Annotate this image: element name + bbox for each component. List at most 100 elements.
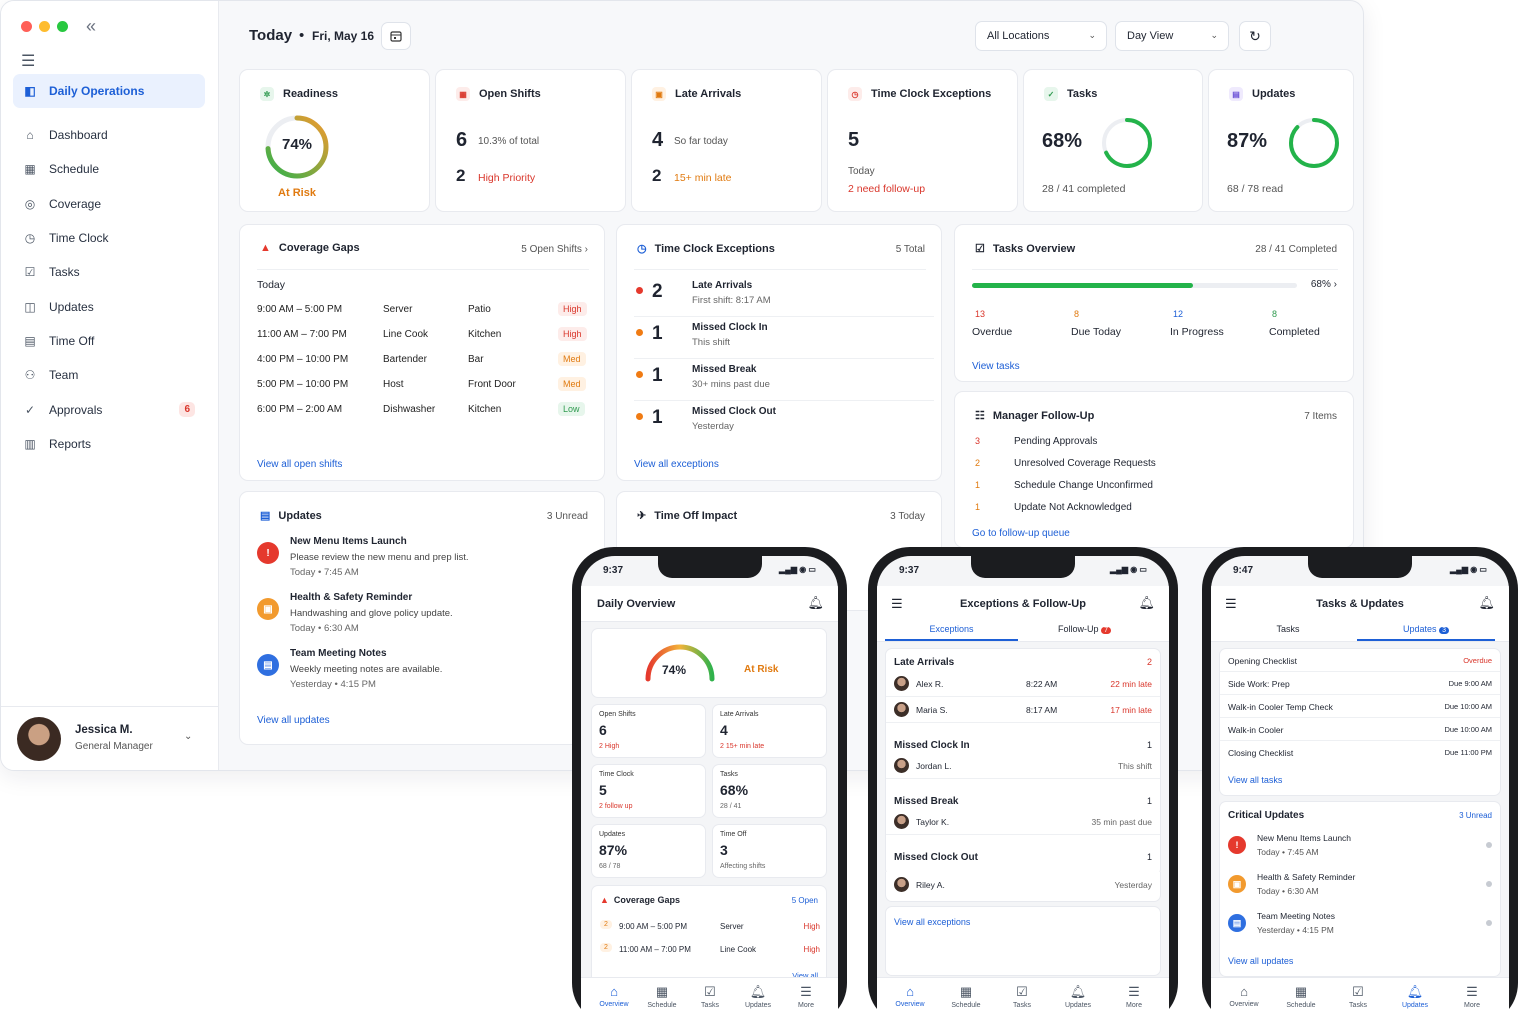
sidebar-item-team[interactable]: ⚇ Team: [13, 358, 205, 392]
update-row[interactable]: ▤ Team Meeting Notes Weekly meeting notes …: [257, 648, 597, 698]
missed-break-row[interactable]: Taylor K. 35 min past due: [886, 809, 1160, 835]
tab-more[interactable]: ☰ More: [1447, 984, 1497, 1009]
task-row[interactable]: Opening Checklist Overdue: [1220, 649, 1500, 672]
tab-schedule[interactable]: ▦ Schedule: [1276, 984, 1326, 1009]
phone-coverage-row[interactable]: 2 9:00 AM – 5:00 PM Server High: [600, 920, 820, 938]
phone-coverage-row[interactable]: 2 11:00 AM – 7:00 PM Line Cook High: [600, 943, 820, 961]
tab-overview[interactable]: ⌂ Overview: [1219, 984, 1269, 1008]
sidebar-item-time-off[interactable]: ▤ Time Off: [13, 324, 205, 358]
bell-icon[interactable]: 🔔︎: [1138, 595, 1155, 611]
phone-stat-tile[interactable]: Late Arrivals 4 2 15+ min late: [712, 704, 827, 758]
missed-clock-out-row[interactable]: Riley A. Yesterday: [886, 872, 1160, 898]
phone-coverage-count[interactable]: 5 Open: [792, 896, 818, 905]
tab-more[interactable]: ☰ More: [1109, 984, 1159, 1009]
coverage-row[interactable]: 4:00 PM – 10:00 PM Bartender Bar Med: [257, 352, 597, 370]
date-picker-button[interactable]: [381, 22, 411, 50]
task-row[interactable]: Side Work: Prep Due 9:00 AM: [1220, 672, 1500, 695]
coverage-row[interactable]: 5:00 PM – 10:00 PM Host Front Door Med: [257, 377, 597, 395]
view-all-tasks-link[interactable]: View all tasks: [1228, 775, 1282, 785]
tab-overview[interactable]: ⌂ Overview: [589, 984, 639, 1008]
phone-stat-tile[interactable]: Open Shifts 6 2 High: [591, 704, 706, 758]
menu-icon[interactable]: ☰: [21, 51, 35, 71]
sidebar-item-schedule[interactable]: ▦ Schedule: [13, 152, 205, 186]
late-arrivals-card[interactable]: ▣ Late Arrivals 4 So far today 2 15+ min …: [631, 69, 822, 212]
followup-row[interactable]: 1 Schedule Change Unconfirmed: [972, 480, 1338, 498]
critical-update-row[interactable]: ▤ Team Meeting Notes Yesterday • 4:15 PM: [1228, 908, 1494, 942]
exception-row[interactable]: 2 Late Arrivals First shift: 8:17 AM: [634, 275, 934, 317]
sidebar-item-time-clock[interactable]: ◷ Time Clock: [13, 221, 205, 255]
view-all-updates-link[interactable]: View all updates: [1228, 956, 1293, 966]
chevron-down-icon[interactable]: ⌄: [184, 731, 192, 742]
followup-row[interactable]: 2 Unresolved Coverage Requests: [972, 458, 1338, 476]
tab-label: More: [1126, 1002, 1142, 1009]
minimize-dot[interactable]: [39, 21, 50, 32]
view-tasks-link[interactable]: View tasks: [972, 361, 1020, 372]
readiness-card[interactable]: ✲ Readiness 74% At Risk: [239, 69, 430, 212]
phone-stat-tile[interactable]: Time Off 3 Affecting shifts: [712, 824, 827, 878]
tab-schedule[interactable]: ▦ Schedule: [941, 984, 991, 1009]
followup-row[interactable]: 3 Pending Approvals: [972, 436, 1338, 454]
task-row[interactable]: Walk-in Cooler Due 10:00 AM: [1220, 718, 1500, 741]
close-dot[interactable]: [21, 21, 32, 32]
sidebar-item-dashboard[interactable]: ⌂ Dashboard: [13, 118, 205, 152]
tab-tasks[interactable]: ☑ Tasks: [997, 984, 1047, 1009]
tab-overview[interactable]: ⌂ Overview: [885, 984, 935, 1008]
bell-icon[interactable]: 🔔︎: [1478, 595, 1495, 611]
sidebar-item-reports[interactable]: ▥ Reports: [13, 427, 205, 461]
exception-row[interactable]: 1 Missed Clock In This shift: [634, 317, 934, 359]
exceptions-card[interactable]: ◷ Time Clock Exceptions 5 Today 2 need fo…: [827, 69, 1018, 212]
bell-icon[interactable]: 🔔︎: [807, 595, 824, 611]
updates-stat-card[interactable]: ▤ Updates 87% 68 / 78 read: [1208, 69, 1354, 212]
sidebar-item-daily-operations[interactable]: ◧ Daily Operations: [13, 74, 205, 108]
tab-exceptions[interactable]: Exceptions: [885, 624, 1018, 641]
sidebar-item-coverage[interactable]: ◎ Coverage: [13, 187, 205, 221]
tab-updates[interactable]: 🔔︎ Updates: [1053, 984, 1103, 1009]
critical-update-row[interactable]: ▣ Health & Safety Reminder Today • 6:30 AM: [1228, 869, 1494, 903]
maximize-dot[interactable]: [57, 21, 68, 32]
tab-tasks[interactable]: Tasks: [1219, 624, 1357, 634]
exception-row[interactable]: 1 Missed Break 30+ mins past due: [634, 359, 934, 401]
late-arrival-row[interactable]: Maria S. 8:17 AM 17 min late: [886, 697, 1160, 723]
view-all-updates-link[interactable]: View all updates: [257, 715, 330, 726]
missed-clock-in-row[interactable]: Jordan L. This shift: [886, 753, 1160, 779]
task-row[interactable]: Walk-in Cooler Temp Check Due 10:00 AM: [1220, 695, 1500, 718]
location-select[interactable]: All Locations ⌄: [975, 21, 1107, 51]
coverage-row[interactable]: 9:00 AM – 5:00 PM Server Patio High: [257, 302, 597, 320]
tab-more[interactable]: ☰ More: [781, 984, 831, 1009]
view-open-shifts-link[interactable]: View all open shifts: [257, 459, 342, 470]
tab-schedule[interactable]: ▦ Schedule: [637, 984, 687, 1009]
coverage-row[interactable]: 11:00 AM – 7:00 PM Line Cook Kitchen High: [257, 327, 597, 345]
followup-queue-link[interactable]: Go to follow-up queue: [972, 528, 1070, 539]
exception-row[interactable]: 1 Missed Clock Out Yesterday: [634, 401, 934, 443]
coverage-row[interactable]: 6:00 PM – 2:00 AM Dishwasher Kitchen Low: [257, 402, 597, 420]
sidebar-item-updates[interactable]: ◫ Updates: [13, 289, 205, 323]
tab-updates[interactable]: 🔔︎ Updates: [733, 984, 783, 1009]
tab-follow-up[interactable]: Follow-Up 7: [1018, 624, 1151, 634]
tab-label: Updates: [1064, 1002, 1092, 1009]
task-row[interactable]: Closing Checklist Due 11:00 PM: [1220, 741, 1500, 764]
tile-sub: 28 / 41: [720, 803, 742, 810]
refresh-button[interactable]: ↻: [1239, 21, 1271, 51]
collapse-sidebar-icon[interactable]: «: [86, 16, 96, 37]
update-row[interactable]: ! New Menu Items Launch Please review the …: [257, 536, 597, 586]
tab-tasks[interactable]: ☑ Tasks: [685, 984, 735, 1009]
update-row[interactable]: ▣ Health & Safety Reminder Handwashing and…: [257, 592, 597, 642]
view-exceptions-link[interactable]: View all exceptions: [634, 459, 719, 470]
phone-stat-tile[interactable]: Updates 87% 68 / 78: [591, 824, 706, 878]
view-all-exceptions-link[interactable]: View all exceptions: [894, 917, 970, 927]
critical-update-row[interactable]: ! New Menu Items Launch Today • 7:45 AM: [1228, 830, 1494, 864]
sidebar-item-approvals[interactable]: ✓ Approvals 6: [13, 392, 205, 426]
view-select[interactable]: Day View ⌄: [1115, 21, 1229, 51]
sidebar-item-tasks[interactable]: ☑ Tasks: [13, 255, 205, 289]
phone-stat-tile[interactable]: Time Clock 5 2 follow up: [591, 764, 706, 818]
tasks-card[interactable]: ✓ Tasks 68% 28 / 41 completed: [1023, 69, 1203, 212]
tab-updates[interactable]: Updates 3: [1357, 624, 1495, 641]
open-shifts-card[interactable]: ▦ Open Shifts 6 10.3% of total 2 High Pri…: [435, 69, 626, 212]
late-arrival-row[interactable]: Alex R. 8:22 AM 22 min late: [886, 671, 1160, 697]
coverage-open-link[interactable]: 5 Open Shifts ›: [521, 244, 588, 255]
followup-row[interactable]: 1 Update Not Acknowledged: [972, 502, 1338, 520]
phone-stat-tile[interactable]: Tasks 68% 28 / 41: [712, 764, 827, 818]
tab-updates[interactable]: 🔔︎ Updates: [1390, 984, 1440, 1009]
user-profile[interactable]: Jessica M. General Manager ⌄: [1, 706, 219, 770]
tab-tasks[interactable]: ☑ Tasks: [1333, 984, 1383, 1009]
